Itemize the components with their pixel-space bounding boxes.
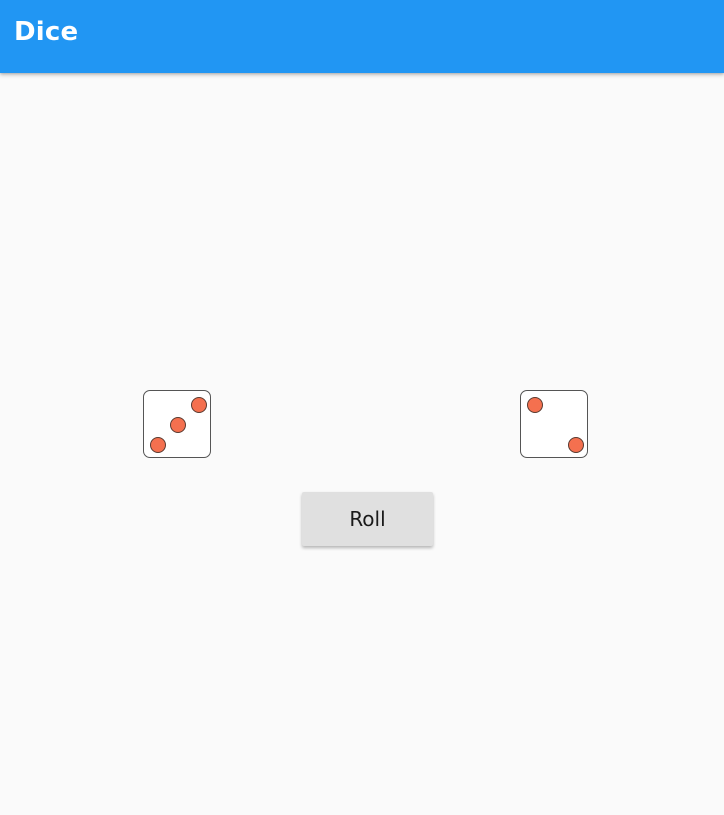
die-pip (568, 437, 584, 453)
die-right (520, 390, 588, 458)
die-left (143, 390, 211, 458)
die-pip (191, 397, 207, 413)
die-pip (170, 417, 186, 433)
roll-button[interactable]: Roll (302, 492, 433, 546)
die-pip (150, 437, 166, 453)
app-bar: Dice (0, 0, 724, 73)
die-pip (527, 397, 543, 413)
app-title: Dice (14, 17, 79, 47)
